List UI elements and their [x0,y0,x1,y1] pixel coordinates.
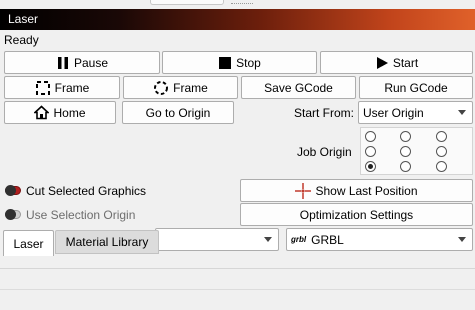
toggle-knob [5,209,16,220]
status-text: Ready [4,33,39,47]
origin-radio-bottom-left[interactable] [365,161,376,172]
divider [0,289,475,290]
panel-title: Laser [8,12,39,26]
start-button[interactable]: Start [320,51,473,74]
job-origin-grid [360,127,473,175]
cut-selected-graphics-label: Cut Selected Graphics [26,184,147,198]
origin-radio-center[interactable] [400,146,411,157]
top-strip [0,0,475,9]
tab-material-library-label: Material Library [65,235,149,249]
chevron-down-icon [458,237,466,242]
frame-rect-label: Frame [54,80,90,95]
start-from-label: Start From: [294,106,355,120]
save-gcode-button[interactable]: Save GCode [241,76,356,99]
save-gcode-label: Save GCode [264,80,333,95]
cut-selected-graphics-toggle[interactable] [5,185,21,196]
frame-circle-label: Frame [173,80,208,95]
divider [0,268,475,269]
use-selection-origin-label: Use Selection Origin [26,208,136,222]
stop-icon [218,56,232,70]
origin-radio-top-center[interactable] [400,131,411,142]
run-gcode-label: Run GCode [384,80,448,95]
home-label: Home [53,105,86,120]
origin-radio-top-right[interactable] [436,131,447,142]
home-icon [34,105,50,120]
frame-circle-button[interactable]: Frame [123,76,238,99]
chevron-down-icon [458,110,466,115]
show-last-position-label: Show Last Position [315,183,418,198]
tab-laser[interactable]: Laser [3,230,54,256]
pause-button[interactable]: Pause [4,51,160,74]
dock-grip-handle[interactable] [231,3,253,6]
device-value: GRBL [311,232,344,247]
tab-laser-label: Laser [13,236,44,251]
frame-circle-icon [153,80,169,96]
use-selection-origin-toggle[interactable] [5,209,21,220]
go-to-origin-label: Go to Origin [145,105,211,120]
origin-radio-middle-right[interactable] [436,146,447,157]
origin-radio-bottom-right[interactable] [436,161,447,172]
origin-radio-middle-left[interactable] [365,146,376,157]
grbl-icon: grbl [291,235,307,244]
start-label: Start [392,55,419,70]
origin-radio-bottom-center[interactable] [400,161,411,172]
pause-label: Pause [73,55,109,70]
job-origin-label: Job Origin [297,145,352,159]
material-select[interactable] [155,228,279,251]
tab-material-library[interactable]: Material Library [55,230,159,254]
start-from-value: User Origin [363,105,424,120]
play-icon [375,56,389,70]
home-button[interactable]: Home [4,101,116,124]
optimization-settings-button[interactable]: Optimization Settings [240,203,473,226]
frame-rectangle-icon [35,80,51,96]
stop-button[interactable]: Stop [162,51,317,74]
start-from-select[interactable]: User Origin [358,101,473,124]
crosshair-icon [295,182,312,199]
stop-label: Stop [236,55,261,70]
chevron-down-icon [264,237,272,242]
optimization-settings-label: Optimization Settings [299,207,414,222]
go-to-origin-button[interactable]: Go to Origin [122,101,234,124]
pause-icon [56,56,70,70]
device-select[interactable]: grbl GRBL [286,228,473,251]
panel-title-bar[interactable]: Laser [0,9,475,30]
window-tab-edge [150,0,224,5]
origin-radio-top-left[interactable] [365,131,376,142]
frame-rect-button[interactable]: Frame [4,76,120,99]
run-gcode-button[interactable]: Run GCode [359,76,473,99]
show-last-position-button[interactable]: Show Last Position [240,179,473,202]
toggle-knob [5,185,16,196]
